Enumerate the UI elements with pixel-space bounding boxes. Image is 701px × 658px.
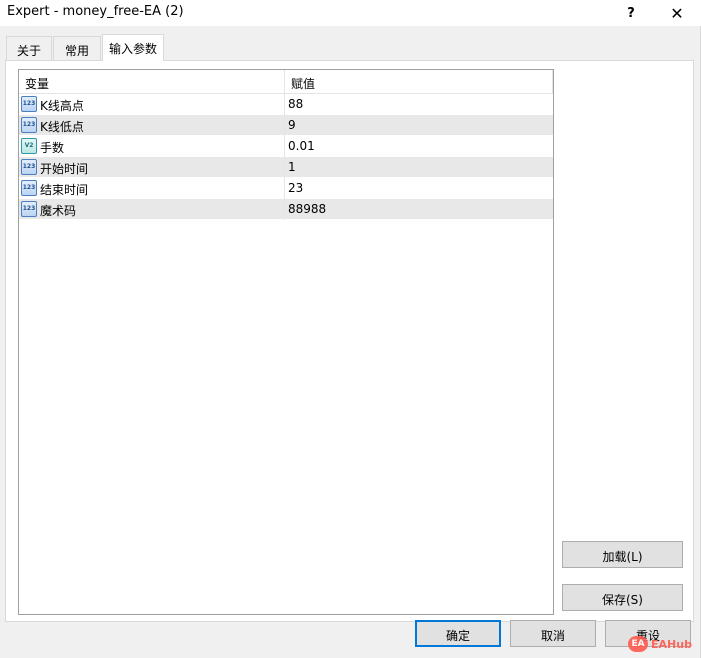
table-row[interactable]: 123 K线低点 9 — [19, 115, 553, 136]
variable-name: 魔术码 — [40, 204, 77, 218]
tab-inputs[interactable]: 输入参数 — [102, 34, 164, 61]
eahub-watermark: EA EAHub — [628, 634, 692, 654]
table-row[interactable]: 123 K线高点 88 — [19, 94, 553, 115]
help-icon: ? — [627, 5, 635, 21]
tab-panel: 变量 赋值 123 K线高点 88 123 K线低点 9 V2 手数 0.01 … — [5, 60, 694, 622]
variable-name: K线高点 — [40, 99, 84, 113]
variable-cell: 123 K线高点 — [19, 94, 285, 115]
variable-value[interactable]: 1 — [288, 160, 296, 174]
ok-button[interactable]: 确定 — [415, 620, 501, 647]
table-row[interactable]: 123 魔术码 88988 — [19, 199, 553, 220]
variable-value[interactable]: 88 — [288, 97, 303, 111]
window-title: Expert - money_free-EA (2) — [7, 4, 184, 19]
variable-value[interactable]: 23 — [288, 181, 303, 195]
table-row[interactable]: 123 结束时间 23 — [19, 178, 553, 199]
load-button[interactable]: 加载(L) — [562, 541, 683, 568]
variable-cell: 123 K线低点 — [19, 115, 285, 136]
cancel-button[interactable]: 取消 — [510, 620, 596, 647]
int-123-icon: 123 — [21, 180, 37, 196]
close-icon: ✕ — [670, 3, 684, 23]
variable-name: 结束时间 — [40, 183, 89, 197]
int-123-icon: 123 — [21, 96, 37, 112]
variable-name: 开始时间 — [40, 162, 89, 176]
tab-about[interactable]: 关于 — [6, 36, 52, 60]
tab-common[interactable]: 常用 — [53, 36, 101, 60]
variable-cell: 123 结束时间 — [19, 178, 285, 199]
variable-cell: 123 魔术码 — [19, 199, 285, 220]
title-bar: Expert - money_free-EA (2) ? ✕ — [0, 0, 701, 26]
variable-name: K线低点 — [40, 120, 84, 134]
expert-properties-window: Expert - money_free-EA (2) ? ✕ 关于 常用 输入参… — [0, 0, 701, 658]
inputs-grid[interactable]: 变量 赋值 123 K线高点 88 123 K线低点 9 V2 手数 0.01 … — [18, 69, 554, 615]
variable-value[interactable]: 0.01 — [288, 139, 315, 153]
close-button[interactable]: ✕ — [656, 0, 698, 26]
variable-name: 手数 — [40, 141, 65, 155]
tab-strip: 关于 常用 输入参数 — [0, 34, 701, 61]
int-123-icon: 123 — [21, 201, 37, 217]
double-v2-icon: V2 — [21, 138, 37, 154]
variable-value[interactable]: 88988 — [288, 202, 326, 216]
int-123-icon: 123 — [21, 159, 37, 175]
variable-cell: 123 开始时间 — [19, 157, 285, 178]
help-button[interactable]: ? — [610, 0, 652, 26]
save-button[interactable]: 保存(S) — [562, 584, 683, 611]
watermark-text: EAHub — [651, 637, 692, 651]
int-123-icon: 123 — [21, 117, 37, 133]
header-variable[interactable]: 变量 — [19, 70, 285, 94]
grid-header: 变量 赋值 — [19, 70, 553, 94]
table-row[interactable]: V2 手数 0.01 — [19, 136, 553, 157]
header-value[interactable]: 赋值 — [285, 70, 553, 94]
variable-value[interactable]: 9 — [288, 118, 296, 132]
eahub-logo-icon: EA — [628, 636, 648, 652]
variable-cell: V2 手数 — [19, 136, 285, 157]
table-row[interactable]: 123 开始时间 1 — [19, 157, 553, 178]
